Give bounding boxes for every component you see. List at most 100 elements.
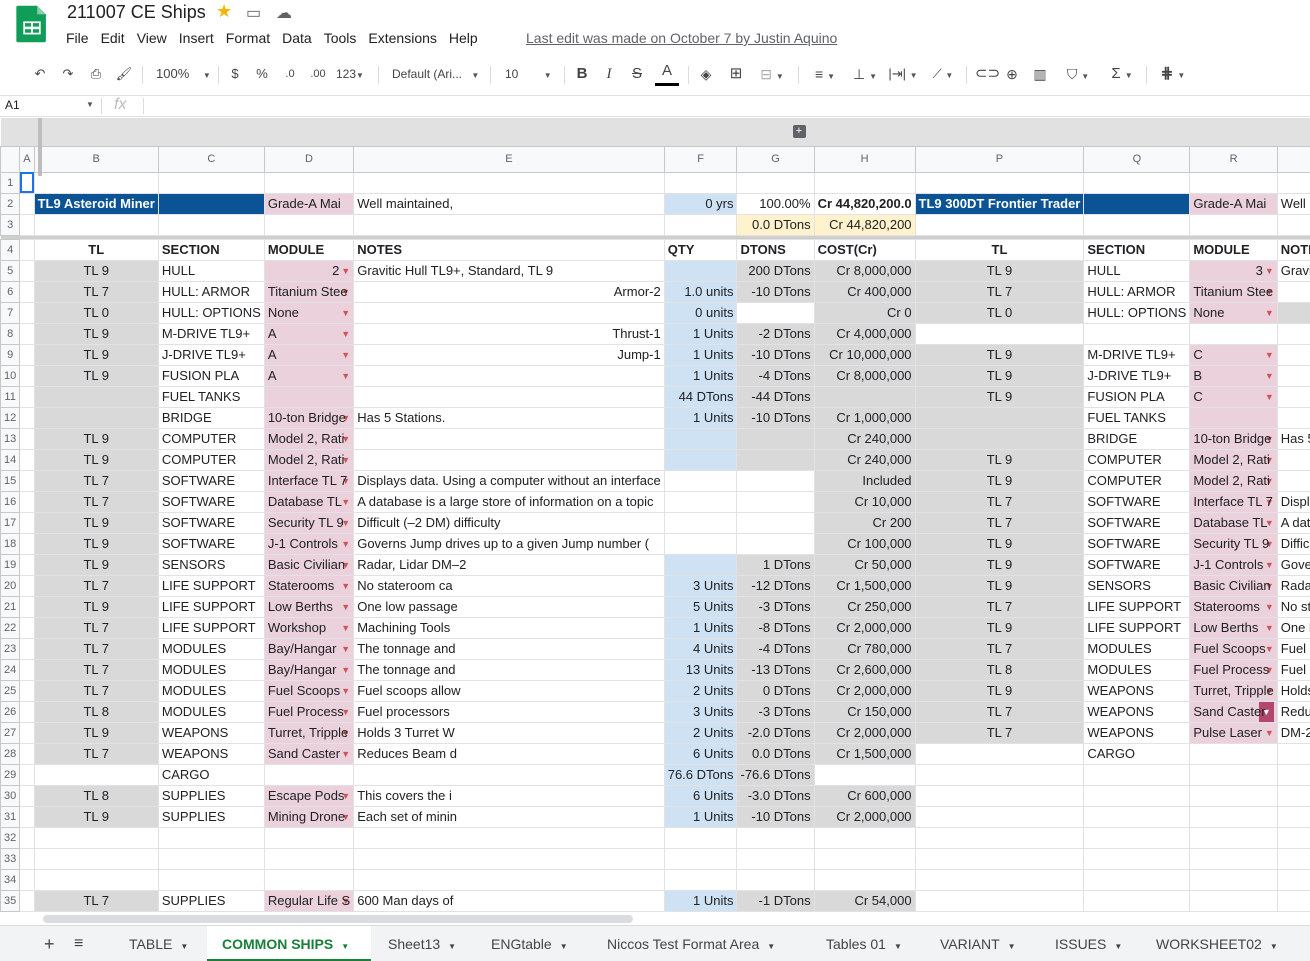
cell-g4[interactable]: DTONS bbox=[736, 238, 815, 261]
undo-icon[interactable]: ↶ bbox=[30, 60, 50, 88]
cell-c11[interactable]: FUEL TANKS bbox=[157, 385, 265, 408]
cell-d2[interactable]: Grade-A Mai bbox=[263, 192, 355, 215]
cell-a18[interactable] bbox=[19, 532, 35, 555]
column-header-c[interactable]: C bbox=[157, 145, 265, 173]
row-header[interactable]: 17 bbox=[0, 511, 21, 534]
cell-g30[interactable]: -3.0 DTons bbox=[736, 784, 815, 807]
cell-h16[interactable]: Cr 10,000 bbox=[813, 490, 916, 513]
cell-q32[interactable] bbox=[1083, 826, 1191, 849]
cell-b4[interactable]: TL bbox=[33, 238, 159, 261]
cell-f13[interactable] bbox=[663, 427, 738, 450]
cell-c16[interactable]: SOFTWARE bbox=[157, 490, 265, 513]
cell-p1[interactable] bbox=[914, 171, 1085, 194]
cell-p28[interactable] bbox=[914, 742, 1085, 765]
cell-r1[interactable] bbox=[1189, 171, 1278, 194]
row-header[interactable]: 33 bbox=[0, 847, 21, 870]
dropdown-arrow-icon[interactable]: ▼ bbox=[341, 744, 350, 763]
cell-r31[interactable] bbox=[1189, 805, 1278, 828]
cell-d14[interactable]: ▼ Model 2, Rati bbox=[263, 448, 355, 471]
cell-r5[interactable]: ▼ 3 bbox=[1189, 259, 1278, 282]
cell-c6[interactable]: HULL: ARMOR bbox=[157, 280, 265, 303]
row-header[interactable]: 6 bbox=[0, 280, 21, 303]
dropdown-arrow-icon[interactable]: ▼ bbox=[341, 261, 350, 280]
cell-g10[interactable]: -4 DTons bbox=[736, 364, 815, 387]
cell-d7[interactable]: ▼ None bbox=[263, 301, 355, 324]
cell-c20[interactable]: LIFE SUPPORT bbox=[157, 574, 265, 597]
cell-r27[interactable]: ▼ Pulse Laser bbox=[1189, 721, 1278, 744]
cell-s11[interactable] bbox=[1276, 385, 1310, 408]
cell-h15[interactable]: Included bbox=[813, 469, 916, 492]
row-header[interactable]: 8 bbox=[0, 322, 21, 345]
cell-h33[interactable] bbox=[813, 847, 916, 870]
cell-f6[interactable]: 1.0 units bbox=[663, 280, 738, 303]
cell-h14[interactable]: Cr 240,000 bbox=[813, 448, 916, 471]
cell-s3[interactable] bbox=[1276, 213, 1310, 236]
cell-b27[interactable]: TL 9 bbox=[33, 721, 159, 744]
cell-h25[interactable]: Cr 2,000,000 bbox=[813, 679, 916, 702]
cell-a1[interactable] bbox=[19, 171, 35, 194]
cell-c9[interactable]: J-DRIVE TL9+ bbox=[157, 343, 265, 366]
cell-a34[interactable] bbox=[19, 868, 35, 891]
row-header[interactable]: 29 bbox=[0, 763, 21, 786]
cell-h26[interactable]: Cr 150,000 bbox=[813, 700, 916, 723]
cell-d28[interactable]: ▼ Sand Caster bbox=[263, 742, 355, 765]
dropdown-arrow-icon[interactable]: ▼ bbox=[341, 639, 350, 658]
cell-f3[interactable] bbox=[663, 213, 738, 236]
cell-f34[interactable] bbox=[663, 868, 738, 891]
cell-q13[interactable]: BRIDGE bbox=[1083, 427, 1191, 450]
dropdown-arrow-icon[interactable]: ▼ bbox=[341, 366, 350, 385]
cell-f23[interactable]: 4 Units bbox=[663, 637, 738, 660]
cell-c12[interactable]: BRIDGE bbox=[157, 406, 265, 429]
row-header[interactable]: 24 bbox=[0, 658, 21, 681]
cell-s29[interactable] bbox=[1276, 763, 1310, 786]
cell-e12[interactable]: Has 5 Stations. bbox=[353, 406, 665, 429]
cell-s32[interactable] bbox=[1276, 826, 1310, 849]
cell-g35[interactable]: -1 DTons bbox=[736, 889, 815, 912]
cell-h29[interactable] bbox=[813, 763, 916, 786]
cell-g17[interactable] bbox=[736, 511, 815, 534]
cell-r15[interactable]: ▼ Model 2, Rati bbox=[1189, 469, 1278, 492]
cell-a2[interactable] bbox=[19, 192, 35, 215]
cell-g33[interactable] bbox=[736, 847, 815, 870]
cell-f17[interactable] bbox=[663, 511, 738, 534]
cell-p4[interactable]: TL bbox=[914, 238, 1085, 261]
cell-d26[interactable]: ▼ Fuel Process bbox=[263, 700, 355, 723]
cell-p13[interactable] bbox=[914, 427, 1085, 450]
cell-r14[interactable]: ▼ Model 2, Rati bbox=[1189, 448, 1278, 471]
cell-s31[interactable] bbox=[1276, 805, 1310, 828]
currency-button[interactable]: $ bbox=[228, 60, 242, 88]
cell-s15[interactable] bbox=[1276, 469, 1310, 492]
cell-p20[interactable]: TL 9 bbox=[914, 574, 1085, 597]
cell-s5[interactable]: Gravitic Hull TL9+, Standa bbox=[1276, 259, 1310, 282]
cell-b19[interactable]: TL 9 bbox=[33, 553, 159, 576]
dropdown-arrow-icon[interactable]: ▼ bbox=[341, 324, 350, 343]
cell-s17[interactable]: A database is a large store bbox=[1276, 511, 1310, 534]
merge-cells-icon[interactable]: ⊟ ▼ bbox=[755, 60, 789, 88]
cell-q21[interactable]: LIFE SUPPORT bbox=[1083, 595, 1191, 618]
tab-menu-arrow-icon[interactable]: ▼ bbox=[180, 942, 188, 951]
tab-menu-arrow-icon[interactable]: ▼ bbox=[1114, 942, 1122, 951]
cell-a8[interactable] bbox=[19, 322, 35, 345]
cell-f19[interactable] bbox=[663, 553, 738, 576]
cell-a22[interactable] bbox=[19, 616, 35, 639]
row-header[interactable]: 13 bbox=[0, 427, 21, 450]
cell-p30[interactable] bbox=[914, 784, 1085, 807]
cell-p25[interactable]: TL 9 bbox=[914, 679, 1085, 702]
cell-q28[interactable]: CARGO bbox=[1083, 742, 1191, 765]
cell-r29[interactable] bbox=[1189, 763, 1278, 786]
row-header[interactable]: 30 bbox=[0, 784, 21, 807]
row-header[interactable]: 34 bbox=[0, 868, 21, 891]
dropdown-arrow-icon[interactable]: ▼ bbox=[341, 576, 350, 595]
cell-s8[interactable] bbox=[1276, 322, 1310, 345]
cell-b31[interactable]: TL 9 bbox=[33, 805, 159, 828]
cell-h4[interactable]: COST(Cr) bbox=[813, 238, 916, 261]
cell-s34[interactable] bbox=[1276, 868, 1310, 891]
cell-f29[interactable]: 76.6 DTons bbox=[663, 763, 738, 786]
cell-a23[interactable] bbox=[19, 637, 35, 660]
cell-q16[interactable]: SOFTWARE bbox=[1083, 490, 1191, 513]
cell-p12[interactable] bbox=[914, 406, 1085, 429]
cell-s27[interactable]: DM-2 to attack bbox=[1276, 721, 1310, 744]
add-sheet-icon[interactable]: + bbox=[44, 926, 55, 961]
cell-d5[interactable]: ▼ 2 bbox=[263, 259, 355, 282]
row-header[interactable]: 4 bbox=[0, 238, 21, 261]
